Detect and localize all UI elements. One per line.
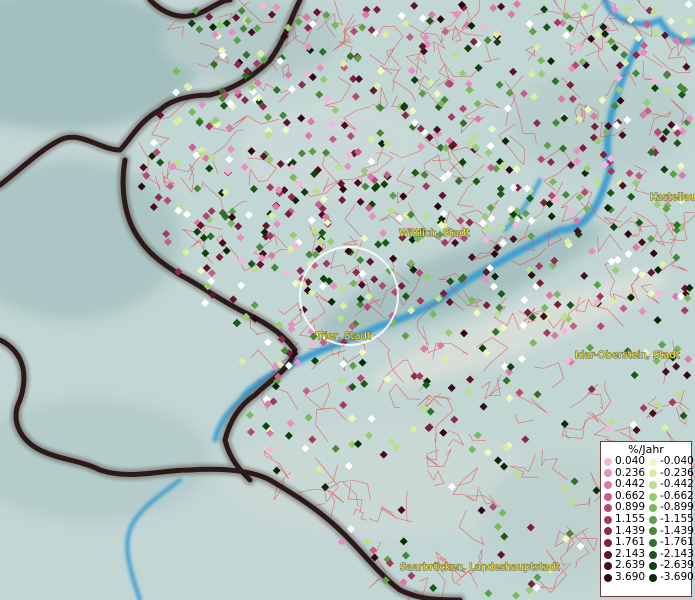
legend-value: 1.761 bbox=[615, 536, 646, 549]
legend-swatch bbox=[604, 550, 612, 559]
legend-positive-entry: 3.690 bbox=[601, 570, 646, 584]
place-label-wittlich: Wittlich, Stadt bbox=[399, 228, 470, 239]
legend-value: 1.155 bbox=[615, 512, 646, 525]
legend-swatch bbox=[649, 550, 657, 559]
legend-negative-entry: -1.155 bbox=[646, 512, 694, 526]
legend-swatch bbox=[649, 457, 657, 466]
legend-swatch bbox=[604, 562, 612, 571]
place-label-trier: Trier, Stadt bbox=[315, 331, 371, 342]
legend-value: 3.690 bbox=[615, 570, 646, 583]
legend-value: 0.040 bbox=[615, 455, 646, 467]
legend-swatch bbox=[649, 562, 657, 571]
legend-negative-entry: -1.761 bbox=[646, 536, 694, 549]
place-label-kastellaun: Kastellaun bbox=[650, 192, 695, 203]
legend-swatch bbox=[649, 504, 657, 513]
legend-swatch bbox=[649, 515, 657, 524]
legend-swatch bbox=[604, 504, 612, 513]
legend-positive-entry: 1.761 bbox=[601, 537, 646, 549]
legend-swatch bbox=[604, 538, 612, 547]
legend-negative-entry: -3.690 bbox=[646, 570, 694, 584]
map-canvas[interactable]: Wittlich, Stadt Trier, Stadt Kastellaun … bbox=[0, 0, 695, 600]
map-legend: %/Jahr 0.040 -0.040 0.236 -0.236 0.442 -0.442… bbox=[600, 441, 694, 597]
legend-row: 3.690 -3.690 bbox=[601, 570, 694, 584]
legend-swatch bbox=[649, 573, 657, 582]
legend-value: -0.040 bbox=[660, 455, 694, 467]
legend-swatch bbox=[649, 538, 657, 547]
legend-swatch bbox=[649, 492, 657, 501]
legend-row: 1.761 -1.761 bbox=[601, 536, 694, 549]
legend-swatch bbox=[604, 527, 612, 536]
legend-swatch bbox=[649, 527, 657, 536]
legend-value: -3.690 bbox=[660, 570, 694, 583]
legend-swatch bbox=[604, 457, 612, 466]
legend-positive-entry: 1.155 bbox=[601, 512, 646, 526]
legend-value: -1.761 bbox=[660, 536, 694, 549]
place-label-idar-oberstein: Idar-Oberstein, Stadt bbox=[575, 350, 680, 361]
legend-swatch bbox=[604, 515, 612, 524]
legend-swatch bbox=[649, 480, 657, 489]
legend-rows: 0.040 -0.040 0.236 -0.236 0.442 -0.442 0.662 -0… bbox=[601, 455, 694, 584]
legend-positive-entry: 0.040 bbox=[601, 455, 646, 468]
legend-swatch bbox=[649, 469, 657, 478]
legend-swatch bbox=[604, 492, 612, 501]
legend-value: -1.155 bbox=[660, 512, 694, 525]
legend-swatch bbox=[604, 573, 612, 582]
place-label-saarbruecken: Saarbrücken, Landeshauptstadt bbox=[400, 562, 560, 573]
legend-swatch bbox=[604, 480, 612, 489]
legend-row: 0.040 -0.040 bbox=[601, 455, 694, 468]
legend-row: 1.155 -1.155 bbox=[601, 512, 694, 526]
legend-negative-entry: -0.040 bbox=[646, 455, 694, 468]
legend-swatch bbox=[604, 469, 612, 478]
